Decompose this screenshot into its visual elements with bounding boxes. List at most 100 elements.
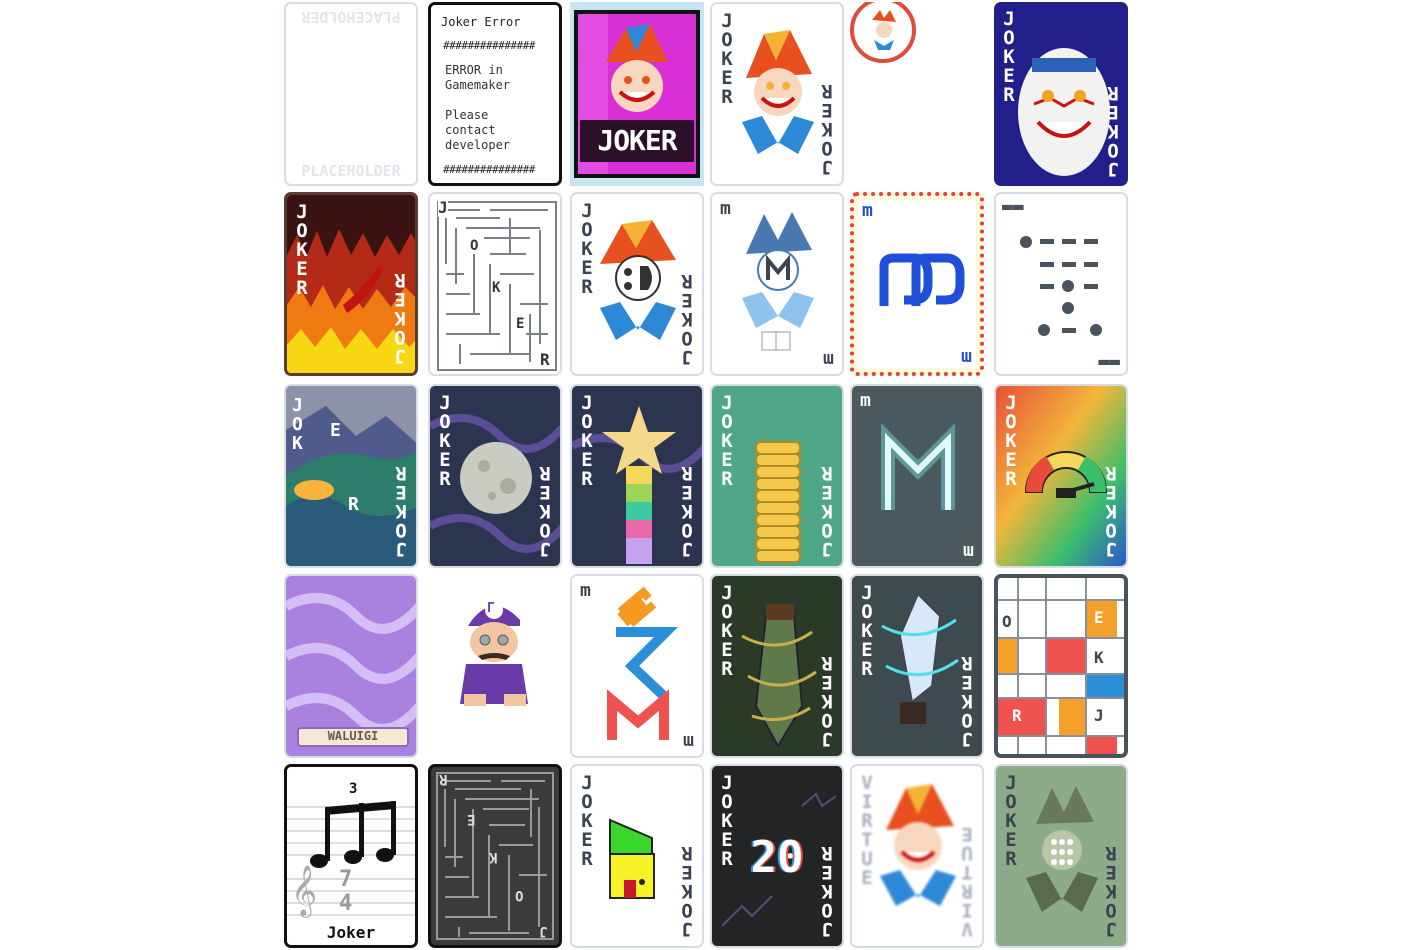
joker-label-bottom: J O K E R [395,462,407,560]
card-m-jester[interactable]: m m [710,192,844,376]
mondrian-letter-e: E [1094,608,1104,627]
card-m-neon[interactable]: m m [850,384,984,568]
waluigi-art [460,601,528,706]
tuplet-number: 3 [349,781,358,797]
dark-maze-letter-o: O [515,887,524,903]
island-letter-e: E [330,420,341,441]
joker-label-top: J O K E R [439,392,451,490]
card-waluigi-purple[interactable]: WALUIGI [284,574,418,758]
corner-m-bottom: m [823,349,834,370]
corner-m-bottom: m [683,731,694,752]
placeholder-top-text: PLACEHOLDER [301,8,401,26]
joker-label-top: J O K E R [1005,772,1017,870]
morse-code-art [1020,236,1102,336]
joker-label-top: J O K E R [296,201,308,299]
error-line-1: ERROR in [445,63,503,77]
card-joker-jar[interactable]: J O K E R J O K E R [994,2,1128,186]
joker-label-top: J O K E R [721,392,733,490]
error-line-3: Please [445,108,489,122]
joker-label-bottom: J O K E R [394,269,406,367]
card-mondrian[interactable]: O E K R J [994,574,1128,758]
waluigi-banner: WALUIGI [327,729,379,743]
joker-label-bottom: J O K E R [821,652,833,750]
card-joker-gauge[interactable]: J O K E R J O K E R [994,384,1128,568]
mondrian-art [998,578,1124,754]
card-joker-moon[interactable]: J O K E R J O K E R [428,384,562,568]
maze-letter-o: O [470,238,479,254]
card-joker-island[interactable]: JOK E R J O K E R [284,384,418,568]
card-joker-classic[interactable]: J O K E R J O K E R [710,2,844,186]
maze-letter-r: R [540,350,550,369]
mondrian-letter-o: O [1002,612,1012,631]
time-signature-top: 7 [339,867,353,892]
mondrian-letter-j: J [1094,706,1104,725]
error-hashes-top: ############### [443,39,535,52]
joker-label-bottom: J O K E R [1105,842,1117,940]
joker-badge-icon [850,2,916,63]
dark-maze-letter-k: K [489,849,498,865]
error-line-5: developer [445,138,511,152]
dark-maze-letter-j: J [539,923,548,939]
joker-label-bottom: J O K E R [539,462,551,560]
virtue-label-bottom: V I R T U E [961,823,973,940]
corner-m-bottom: m [963,541,974,562]
joker-label-top: J O K E R [1005,392,1017,490]
joker-label-top: J O K E R [861,582,873,680]
card-joker-house[interactable]: J O K E R J O K E R [570,764,704,948]
joker-label-bottom: J O K E R [681,270,693,368]
card-joker-crystal-relic[interactable]: J O K E R J O K E R [850,574,984,758]
card-joker-twenty[interactable]: J O K E R 20 J O K E R [710,764,844,948]
morse-dash-bottom: ▬▬ [1098,351,1120,372]
maze-letter-j: J [438,198,448,217]
card-joker-star[interactable]: J O K E R J O K E R [570,384,704,568]
card-joker-fire[interactable]: J O K E R J O K E R [284,192,418,376]
card-joker-coins[interactable]: J O K E R J O K E R [710,384,844,568]
error-hashes-bottom: ############### [443,163,535,176]
joker-label-top: J O K E R [581,392,593,490]
joker-label-bottom: J O K E R [1107,82,1119,180]
waluigi-cap-letter: Γ [487,601,495,616]
mondrian-letter-r: R [1012,706,1022,725]
card-m-sigma[interactable]: m m [570,574,704,758]
island-label-jok: JOK [292,395,303,454]
joker-label-bottom: J O K E R [821,80,833,178]
card-virtue-joker[interactable]: V I R T U E V I R T U E [850,764,984,948]
joker-label-top: J O K E R [721,582,733,680]
card-m-logo-marquee[interactable]: m m [850,192,984,376]
card-tiny-joker-badge[interactable] [850,2,984,186]
card-joker-pack[interactable]: JOKER [570,2,704,186]
card-joker-vine-relic[interactable]: J O K E R J O K E R [710,574,844,758]
card-morse[interactable]: ▬▬ ▬▬ [994,192,1128,376]
maze-letter-k: K [492,280,501,296]
maze-letter-e: E [516,316,525,332]
joker-pack-banner: JOKER [597,124,677,157]
mondrian-letter-k: K [1094,648,1104,667]
card-joker-face[interactable]: J O K E R J O K E R [570,192,704,376]
island-letter-r: R [348,494,359,515]
joker-label-bottom: J O K E R [821,842,833,940]
joker-label-bottom: J O K E R [681,462,693,560]
joker-label-bottom: J O K E R [961,652,973,750]
treble-clef-icon: 𝄞 [291,865,318,916]
joker-label-bottom: J O K E R [1105,462,1117,560]
joker-pack-art [574,10,700,178]
card-maze[interactable]: J O K E R [428,192,562,376]
card-placeholder[interactable]: PLACEHOLDER PLACEHOLDER [284,2,418,186]
dark-maze-letter-r: R [439,771,448,787]
card-joker-sage[interactable]: J O K E R J O K E R [994,764,1128,948]
music-joker-label: Joker [326,923,376,942]
joker-label-bottom: J O K E R [681,842,693,940]
joker-card-sheet: PLACEHOLDER PLACEHOLDER Joker Error ####… [282,0,1134,950]
card-waluigi-portrait[interactable]: Γ [428,574,562,758]
error-title: Joker Error [441,15,521,29]
corner-m-bottom: m [961,347,972,368]
error-line-4: contact [445,123,496,137]
time-signature-bottom: 4 [339,891,353,916]
joker-label-bottom: J O K E R [821,462,833,560]
card-music-joker[interactable]: 3 𝄞 7 4 Joker [284,764,418,948]
dark-maze-letter-e: E [467,811,476,827]
card-joker-error[interactable]: Joker Error ############### ERROR in Gam… [428,2,562,186]
card-dark-maze[interactable]: R E K O J [428,764,562,948]
error-line-2: Gamemaker [445,78,511,92]
placeholder-bottom-text: PLACEHOLDER [301,162,401,180]
